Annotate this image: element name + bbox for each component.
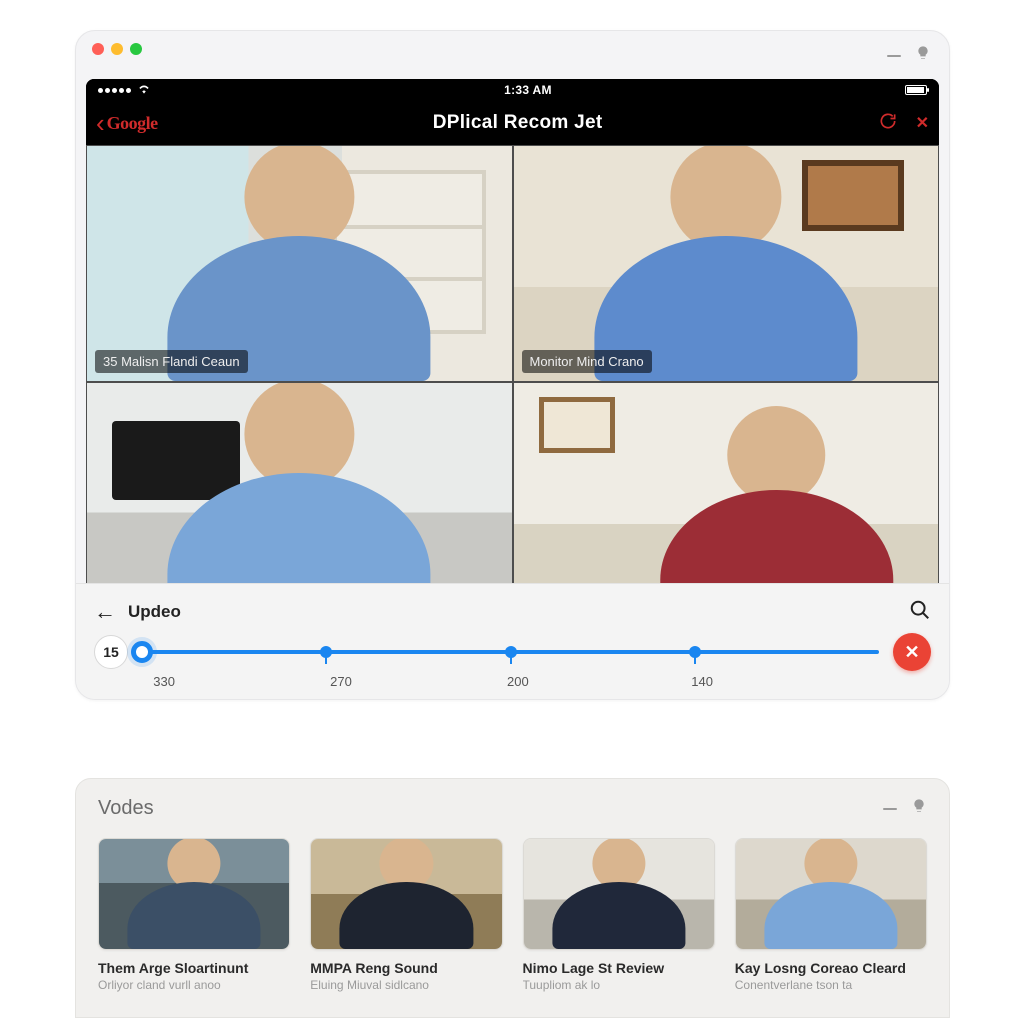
video-grid: 35 Malisn Flandi Ceaun Monitor Mind Cran… [86, 145, 939, 619]
slider-value-chip: 15 [94, 635, 128, 669]
window-close-dot[interactable] [92, 43, 104, 55]
slider-close-button[interactable]: ✕ [893, 633, 931, 671]
vode-subtitle: Orliyor cland vurll anoo [98, 978, 290, 992]
scale-tick: 200 [507, 674, 529, 689]
panel-minimize-icon[interactable] [883, 808, 897, 810]
status-bar: 1:33 AM [86, 79, 939, 101]
status-left [98, 83, 151, 97]
window-minimize-dot[interactable] [111, 43, 123, 55]
refresh-icon[interactable] [878, 111, 898, 136]
vode-item[interactable]: Nimo Lage St Review Tuupliom ak lo [523, 838, 715, 992]
nav-back-label: Google [107, 113, 158, 134]
embedded-device-screen: 1:33 AM ‹ Google DPlical Recom Jet ✕ fot… [86, 79, 939, 619]
nav-back-button[interactable]: ‹ Google [96, 113, 158, 134]
nav-right-actions: ✕ [878, 111, 929, 136]
vodes-title: Vodes [98, 797, 154, 820]
close-icon[interactable]: ✕ [916, 113, 929, 133]
vode-item[interactable]: MMPA Reng Sound Eluing Miuval sidlcano [310, 838, 502, 992]
vode-title: Kay Losng Coreao Cleard [735, 960, 927, 976]
hint-bulb-icon[interactable] [911, 798, 927, 819]
video-tile[interactable]: Monitor Mind Crano [513, 145, 940, 382]
participant-name-tag: Monitor Mind Crano [522, 350, 652, 373]
scale-tick: 140 [691, 674, 713, 689]
updeo-title: Updeo [128, 602, 181, 622]
scale-tick: 270 [330, 674, 352, 689]
window-right-controls [887, 45, 931, 66]
vode-title: Them Arge Sloartinunt [98, 960, 290, 976]
window-zoom-dot[interactable] [130, 43, 142, 55]
participant-name-tag: 35 Malisn Flandi Ceaun [95, 350, 248, 373]
app-window-top: 1:33 AM ‹ Google DPlical Recom Jet ✕ fot… [75, 30, 950, 700]
search-icon[interactable] [909, 599, 931, 626]
status-right [905, 85, 927, 95]
nav-bar: ‹ Google DPlical Recom Jet ✕ [86, 101, 939, 145]
updeo-panel: ← Updeo 15 ✕ 330 270 200 [76, 583, 949, 699]
status-clock: 1:33 AM [504, 83, 552, 97]
scale-tick: 330 [153, 674, 175, 689]
vode-item[interactable]: Them Arge Sloartinunt Orliyor cland vurl… [98, 838, 290, 992]
vode-title: Nimo Lage St Review [523, 960, 715, 976]
window-minimize-icon[interactable] [887, 55, 901, 57]
vode-item[interactable]: Kay Losng Coreao Cleard Conentverlane ts… [735, 838, 927, 992]
vode-title: MMPA Reng Sound [310, 960, 502, 976]
nav-title: DPlical Recom Jet [433, 112, 603, 134]
vode-subtitle: Conentverlane tson ta [735, 978, 927, 992]
vodes-panel: Vodes Them Arge Sloartinunt Orliyor clan… [75, 778, 950, 1018]
back-arrow-icon[interactable]: ← [94, 599, 116, 625]
cell-signal-icon [98, 88, 131, 93]
vodes-grid: Them Arge Sloartinunt Orliyor cland vurl… [98, 838, 927, 992]
slider-handle[interactable] [131, 641, 153, 663]
vode-subtitle: Eluing Miuval sidlcano [310, 978, 502, 992]
vode-subtitle: Tuupliom ak lo [523, 978, 715, 992]
slider-scale: 330 270 200 140 [142, 674, 879, 692]
hint-bulb-icon[interactable] [915, 45, 931, 66]
battery-icon [905, 85, 927, 95]
timeline-slider[interactable] [142, 635, 879, 669]
window-traffic-lights[interactable] [92, 43, 142, 55]
wifi-icon [137, 83, 151, 97]
video-tile[interactable]: 35 Malisn Flandi Ceaun [86, 145, 513, 382]
